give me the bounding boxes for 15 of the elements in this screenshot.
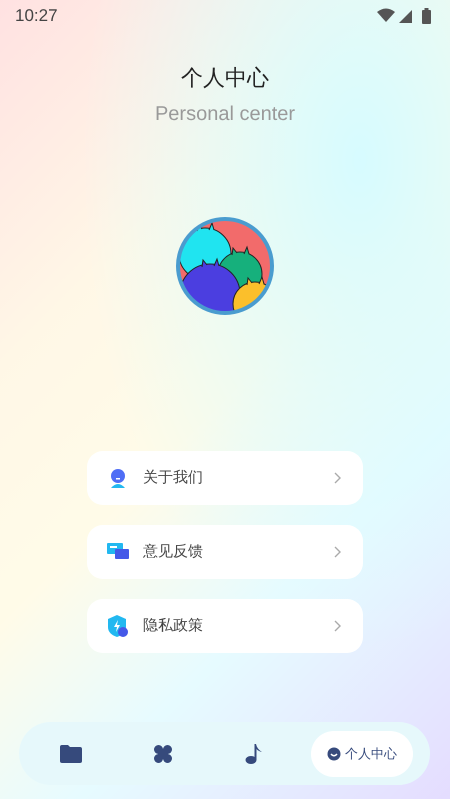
chevron-right-icon [334, 472, 341, 484]
chevron-right-icon [334, 546, 341, 558]
folder-icon [58, 744, 83, 764]
menu-item[interactable]: 关于我们 [87, 451, 363, 505]
menu-item[interactable]: 意见反馈 [87, 525, 363, 579]
menu-item[interactable]: 隐私政策 [87, 599, 363, 653]
page-subtitle: Personal center [154, 104, 296, 124]
music-note-icon [245, 742, 264, 764]
chevron-right-icon [334, 620, 341, 632]
clover-icon [152, 744, 173, 764]
nav-tab[interactable]: 个人中心 [311, 730, 414, 776]
shield-icon [107, 614, 129, 638]
status-time: 10:27 [15, 4, 58, 27]
smile-icon [327, 746, 342, 760]
page-title: 个人中心 [181, 67, 269, 89]
